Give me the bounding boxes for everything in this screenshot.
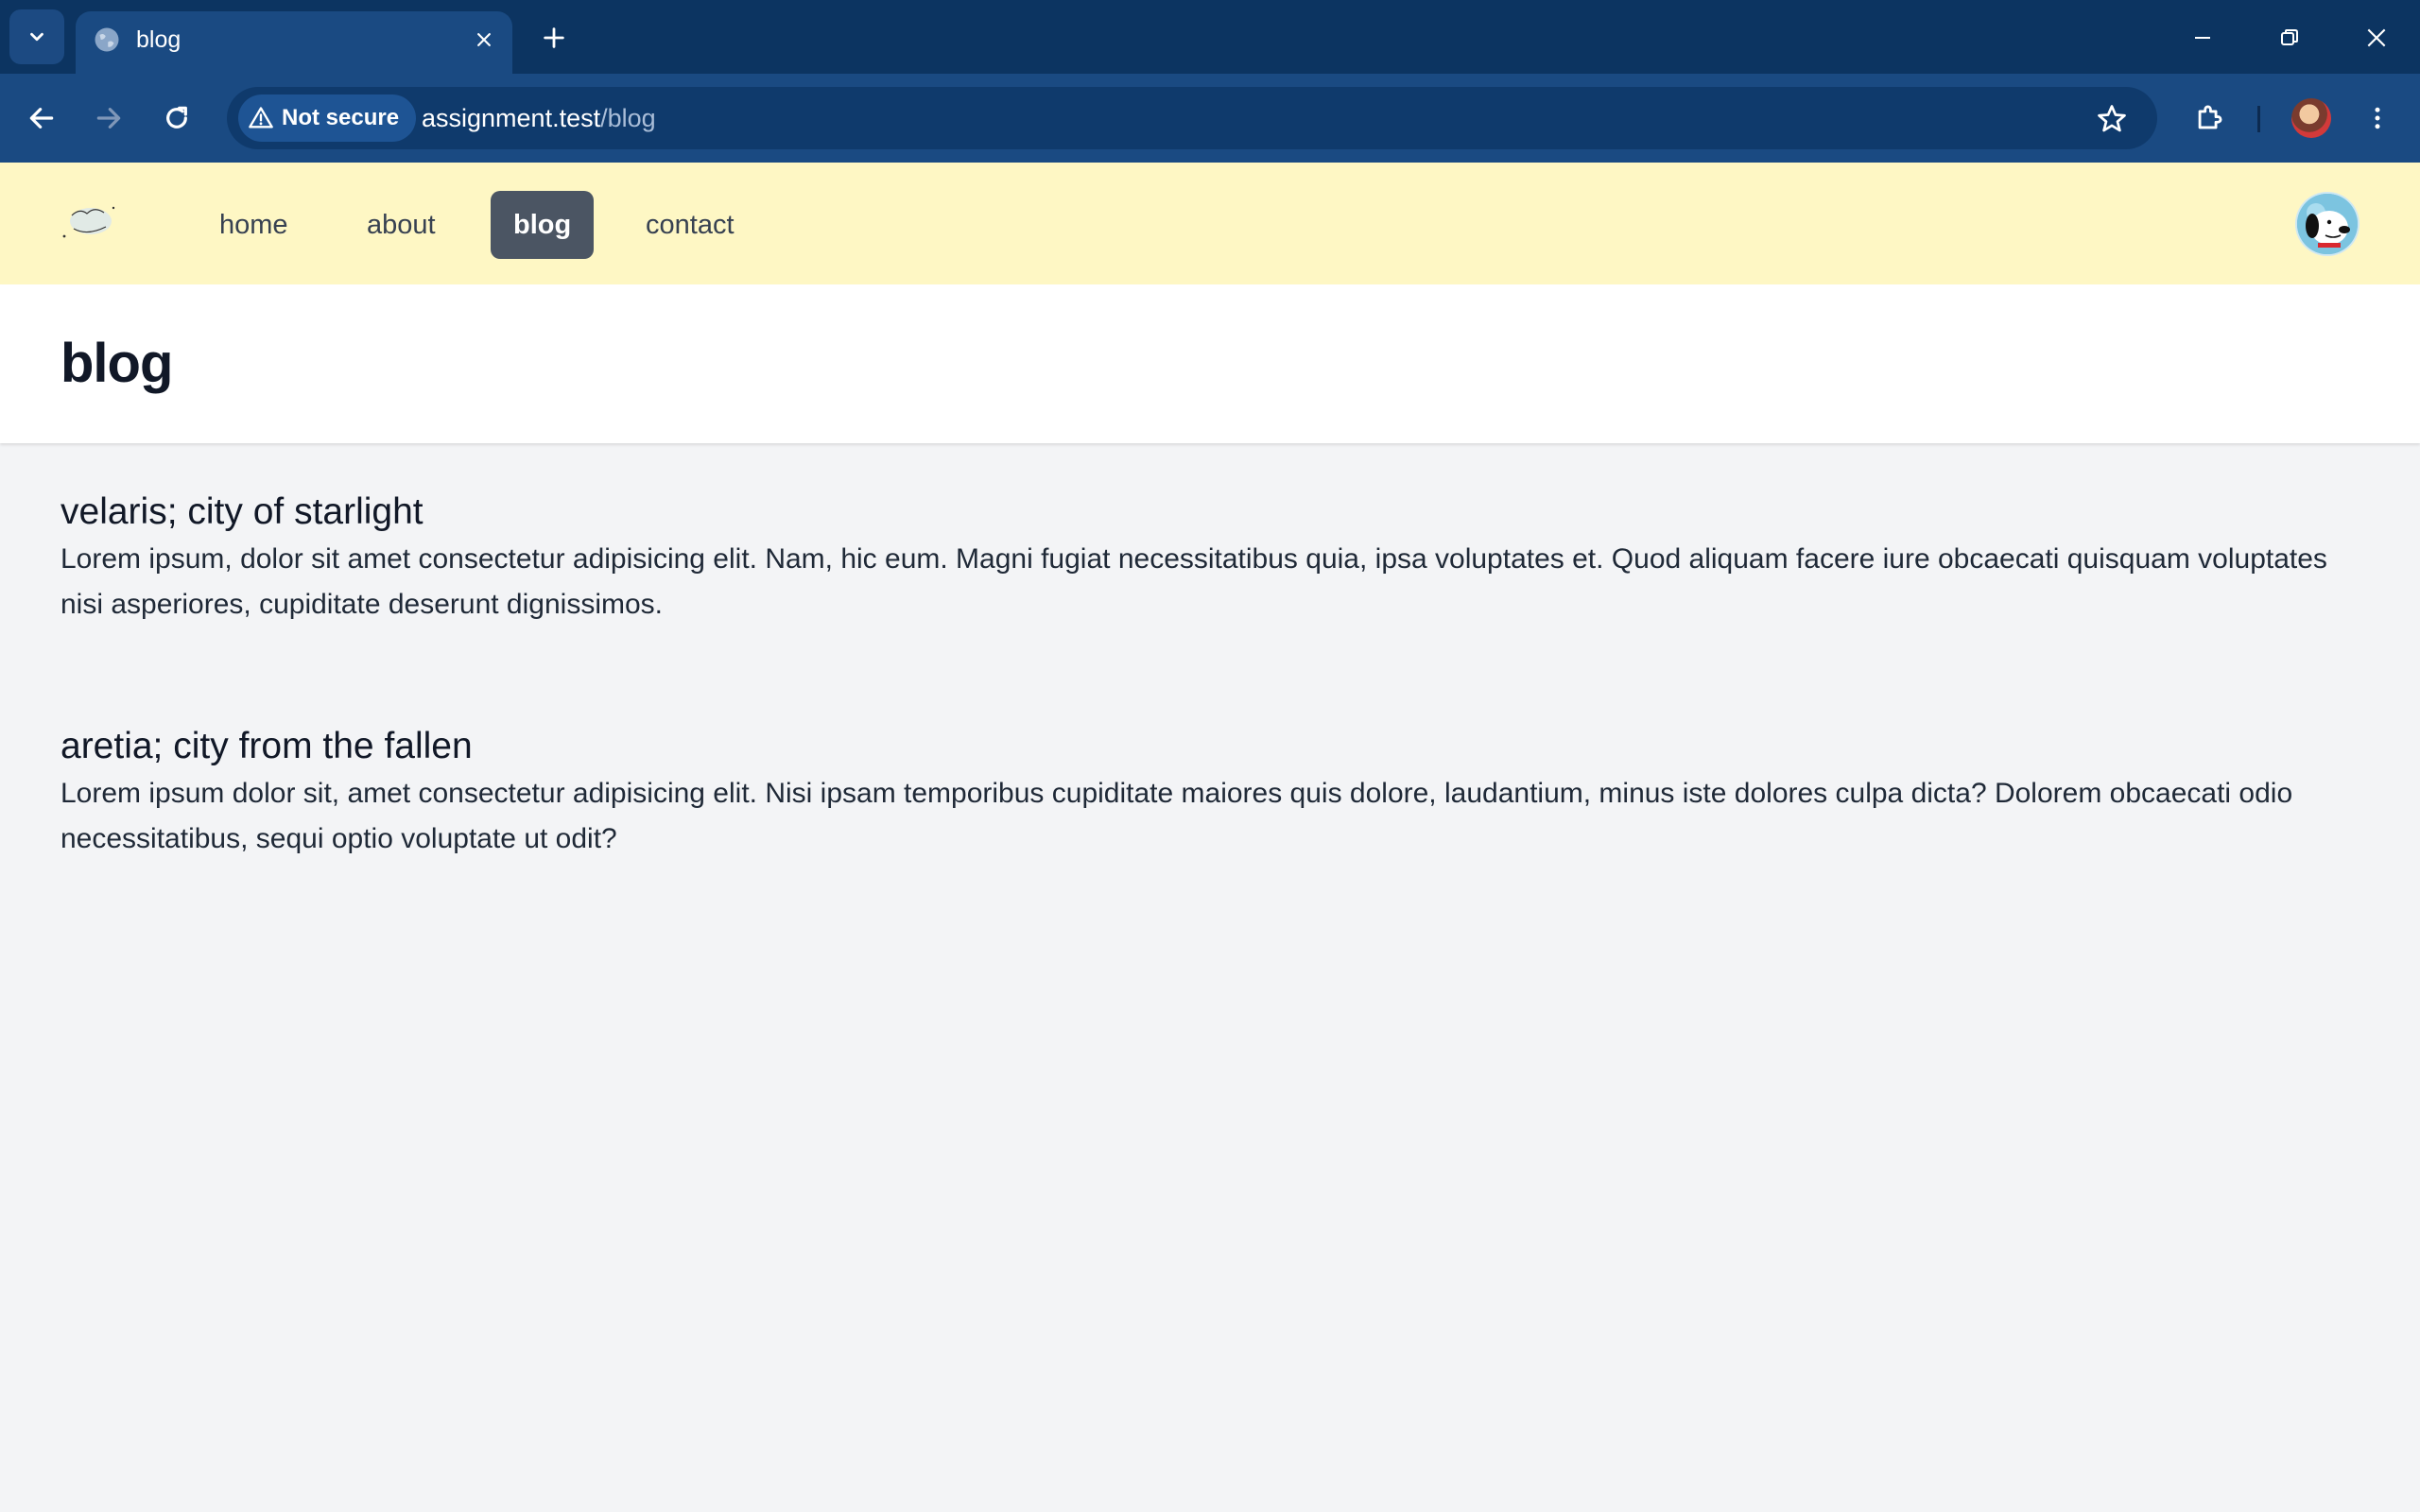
nav-about-link[interactable]: about — [344, 191, 458, 259]
url-path: /blog — [600, 104, 656, 132]
close-window-button[interactable] — [2350, 11, 2403, 64]
reload-icon — [166, 106, 187, 129]
blog-post: velaris; city of starlight Lorem ipsum, … — [60, 490, 2348, 627]
nav-home-link[interactable]: home — [197, 191, 311, 259]
nav-contact-link[interactable]: contact — [623, 191, 757, 259]
more-vertical-icon — [2375, 107, 2380, 129]
restore-icon — [2281, 29, 2298, 45]
profile-avatar[interactable] — [2291, 98, 2331, 138]
warning-icon — [249, 107, 273, 129]
address-bar[interactable]: Not secure assignment.test/blog — [227, 87, 2157, 149]
minimize-icon — [2195, 37, 2210, 39]
url-text[interactable]: assignment.test/blog — [422, 87, 656, 149]
forward-button[interactable] — [85, 94, 132, 142]
tab-title: blog — [136, 26, 182, 53]
browser-menu-button[interactable] — [2354, 94, 2401, 142]
post-body: Lorem ipsum, dolor sit amet consectetur … — [60, 543, 2327, 620]
plus-icon — [544, 27, 564, 48]
site-info-button[interactable]: Not secure — [238, 94, 417, 142]
browser-title-bar: blog — [0, 0, 2420, 74]
site-logo[interactable] — [59, 198, 119, 246]
nav-blog-link[interactable]: blog — [491, 191, 595, 259]
globe-icon — [95, 27, 119, 52]
chevron-down-icon — [30, 32, 43, 42]
blog-post: aretia; city from the fallen Lorem ipsum… — [60, 724, 2348, 862]
arrow-left-icon — [29, 108, 54, 129]
toolbar-divider — [2257, 106, 2260, 132]
page-title: blog — [60, 333, 173, 394]
extensions-button[interactable] — [2186, 94, 2233, 142]
bookmark-star-icon[interactable] — [2095, 102, 2129, 136]
close-icon — [477, 33, 491, 46]
site-navbar: home about blog contact — [0, 163, 2420, 284]
browser-tab[interactable]: blog — [76, 11, 512, 74]
tab-close-button[interactable] — [471, 26, 497, 53]
post-body: Lorem ipsum dolor sit, amet consectetur … — [60, 778, 2293, 854]
tab-search-button[interactable] — [9, 9, 64, 64]
minimize-button[interactable] — [2176, 11, 2229, 64]
browser-toolbar: Not secure assignment.test/blog — [0, 74, 2420, 163]
not-secure-label: Not secure — [282, 105, 400, 130]
user-avatar[interactable] — [2297, 194, 2358, 254]
arrow-right-icon — [96, 108, 121, 129]
reload-button[interactable] — [153, 94, 200, 142]
url-host: assignment.test — [422, 104, 601, 132]
new-tab-button[interactable] — [535, 19, 573, 57]
close-icon — [2367, 28, 2386, 47]
back-button[interactable] — [18, 94, 65, 142]
restore-button[interactable] — [2263, 11, 2316, 64]
post-title: velaris; city of starlight — [60, 491, 424, 532]
puzzle-icon — [2198, 105, 2222, 129]
post-title: aretia; city from the fallen — [60, 726, 473, 766]
page-header: blog — [0, 284, 2420, 443]
